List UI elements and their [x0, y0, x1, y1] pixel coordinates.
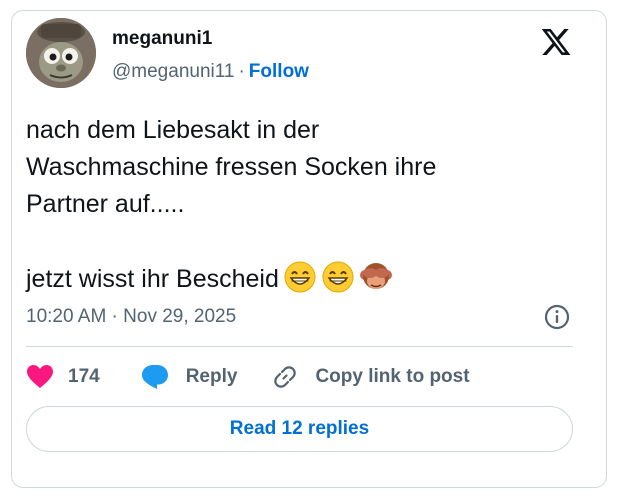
reply-bubble-icon: [141, 365, 168, 389]
tweet-line: Waschmaschine fressen Socken ihre: [26, 153, 437, 181]
tweet-line: nach dem Liebesakt in der: [26, 116, 320, 144]
reply-label: Reply: [185, 366, 238, 387]
tweet-text: nach dem Liebesakt in der Waschmaschine …: [26, 112, 566, 298]
link-icon: [274, 366, 297, 388]
info-icon[interactable]: [544, 304, 570, 330]
x-logo-icon[interactable]: [540, 26, 572, 58]
tweet-timestamp[interactable]: 10:20 AM · Nov 29, 2025: [26, 305, 236, 329]
see-no-evil-monkey-emoji-icon: [359, 260, 393, 294]
like-count: 174: [68, 366, 100, 387]
author-handle[interactable]: @meganuni11: [112, 61, 234, 82]
cartoon-character-avatar-icon: [26, 18, 96, 88]
heart-icon: [27, 365, 53, 388]
like-button[interactable]: 174: [26, 364, 100, 390]
reply-button[interactable]: Reply: [140, 363, 238, 391]
tweet-actions: 174 Reply Copy link to post: [26, 362, 470, 392]
read-replies-button[interactable]: Read 12 replies: [26, 406, 573, 452]
follow-link[interactable]: Follow: [249, 61, 309, 82]
copy-link-label: Copy link to post: [315, 366, 470, 387]
copy-link-button[interactable]: Copy link to post: [271, 363, 470, 391]
separator-dot: ·: [238, 61, 245, 82]
tweet-line: jetzt wisst ihr Bescheid: [26, 265, 279, 293]
grinning-face-emoji-icon: [321, 260, 355, 294]
author-display-name[interactable]: meganuni1: [112, 27, 212, 51]
read-replies-label: Read 12 replies: [229, 418, 370, 439]
author-handle-row: @meganuni11 · Follow: [112, 60, 309, 84]
divider: [26, 346, 573, 347]
tweet-line: Partner auf.....: [26, 190, 185, 218]
grinning-face-emoji-icon: [283, 260, 317, 294]
tweet-line-with-emojis: jetzt wisst ihr Bescheid: [26, 260, 566, 298]
author-avatar[interactable]: [26, 18, 96, 88]
